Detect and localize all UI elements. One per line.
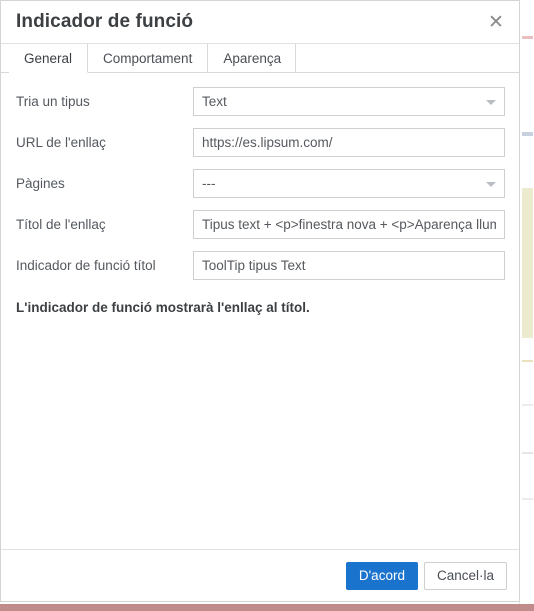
link-title-input[interactable]	[193, 210, 505, 239]
pages-select[interactable]: ---	[193, 169, 505, 198]
form-row-link-title: Títol de l'enllaç	[15, 210, 505, 239]
background-content-block	[522, 360, 533, 362]
background-content-block	[522, 498, 533, 500]
tab-aparenca[interactable]: Aparença	[207, 44, 298, 72]
tab-aparenca-label: Aparença	[223, 50, 282, 66]
label-link-url: URL de l'enllaç	[16, 135, 106, 150]
field-wrap-pages: ---	[193, 169, 505, 198]
function-indicator-dialog: Indicador de funció ✕ General Comportame…	[0, 0, 520, 602]
field-wrap-tooltip-title	[193, 251, 505, 280]
form-row-link-url: URL de l'enllaç	[15, 128, 505, 157]
close-icon[interactable]: ✕	[481, 7, 511, 37]
type-select[interactable]: Text	[193, 87, 505, 116]
form-note: L'indicador de funció mostrarà l'enllaç …	[16, 300, 310, 315]
field-wrap-type: Text	[193, 87, 505, 116]
label-link-title: Títol de l'enllaç	[16, 217, 106, 232]
type-select-value: Text	[202, 94, 227, 109]
pages-select-value: ---	[202, 176, 216, 191]
tab-bar: General Comportament Aparença	[1, 44, 519, 73]
field-wrap-link-title	[193, 210, 505, 239]
form-row-type: Tria un tipus Text	[15, 87, 505, 116]
background-content-block	[522, 188, 533, 338]
form-row-pages: Pàgines ---	[15, 169, 505, 198]
background-content-block	[522, 132, 533, 136]
dialog-body: Tria un tipus Text URL de l'enllaç Pàgin…	[1, 73, 519, 549]
tab-comportament[interactable]: Comportament	[87, 44, 209, 72]
tab-comportament-label: Comportament	[103, 50, 193, 66]
background-content-block	[522, 36, 533, 39]
label-pages: Pàgines	[16, 176, 65, 191]
background-content-block	[522, 452, 533, 454]
label-tooltip-title: Indicador de funció títol	[16, 258, 156, 273]
background-page-strip	[519, 0, 534, 611]
dialog-footer: D'acord Cancel·la	[1, 549, 519, 601]
cancel-button[interactable]: Cancel·la	[423, 561, 507, 590]
link-url-input[interactable]	[193, 128, 505, 157]
dialog-title: Indicador de funció	[16, 11, 194, 32]
tooltip-title-input[interactable]	[193, 251, 505, 280]
background-bottom-bar	[0, 604, 534, 611]
dialog-titlebar: Indicador de funció ✕	[1, 1, 519, 44]
ok-button[interactable]: D'acord	[345, 561, 418, 590]
label-type: Tria un tipus	[16, 94, 90, 109]
background-content-block	[522, 404, 533, 406]
tab-bar-filler	[295, 44, 519, 72]
form-row-tooltip-title: Indicador de funció títol	[15, 251, 505, 280]
tab-general-label: General	[24, 50, 73, 66]
tab-general[interactable]: General	[9, 44, 89, 73]
field-wrap-link-url	[193, 128, 505, 157]
